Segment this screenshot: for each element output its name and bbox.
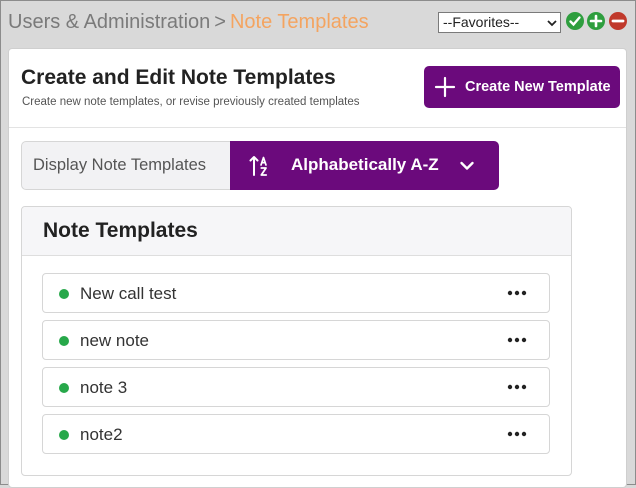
note-templates-card-title: Note Templates: [43, 219, 198, 242]
minus-icon: [611, 19, 625, 23]
status-dot: [59, 289, 69, 299]
template-name: New call test: [80, 284, 177, 303]
note-templates-card: Note Templates New call test new note no…: [21, 206, 572, 476]
status-dot: [59, 383, 69, 393]
plus-icon: [589, 14, 603, 28]
breadcrumb: Users & Administration > Note Templates: [8, 11, 369, 34]
add-favorite-confirm-button[interactable]: [566, 12, 584, 30]
more-options-icon[interactable]: [506, 427, 528, 441]
create-new-template-button[interactable]: Create New Template: [424, 66, 620, 108]
sort-alpha-icon: [249, 156, 268, 176]
add-favorite-button[interactable]: [587, 12, 605, 30]
check-icon: [569, 16, 581, 27]
breadcrumb-current: Note Templates: [229, 11, 369, 33]
top-bar: Users & Administration > Note Templates --…: [1, 1, 635, 43]
status-dot: [59, 430, 69, 440]
page-title: Create and Edit Note Templates: [21, 66, 336, 89]
template-name: note 3: [80, 378, 128, 397]
panel-header: Create and Edit Note Templates Create ne…: [9, 49, 626, 128]
sort-control: Display Note Templates Alphabetically A-…: [21, 141, 499, 190]
app-window: Users & Administration > Note Templates --…: [0, 0, 636, 488]
template-row[interactable]: note 3: [42, 367, 550, 407]
status-dot: [59, 336, 69, 346]
sort-order-value: Alphabetically A-Z: [291, 155, 439, 174]
favorites-selected-value: --Favorites--: [443, 14, 520, 30]
breadcrumb-separator: >: [214, 11, 226, 33]
more-options-icon[interactable]: [506, 380, 528, 394]
template-name: note2: [80, 425, 123, 444]
template-row[interactable]: New call test: [42, 273, 550, 313]
page-subtitle: Create new note templates, or revise pre…: [22, 96, 360, 108]
sort-label: Display Note Templates: [21, 141, 230, 190]
create-new-template-label: Create New Template: [465, 79, 611, 95]
note-templates-card-header: Note Templates: [22, 207, 571, 256]
main-panel: Create and Edit Note Templates Create ne…: [8, 48, 627, 488]
sort-order-dropdown[interactable]: Alphabetically A-Z: [230, 141, 499, 190]
breadcrumb-parent[interactable]: Users & Administration: [8, 11, 210, 33]
favorites-select[interactable]: --Favorites--: [438, 12, 561, 33]
template-name: new note: [80, 331, 149, 350]
more-options-icon[interactable]: [506, 286, 528, 300]
template-row[interactable]: new note: [42, 320, 550, 360]
chevron-down-icon: [460, 161, 474, 170]
more-options-icon[interactable]: [506, 333, 528, 347]
remove-favorite-button[interactable]: [609, 12, 627, 30]
chevron-down-icon: [547, 20, 557, 27]
template-row[interactable]: note2: [42, 414, 550, 454]
sort-label-text: Display Note Templates: [33, 156, 207, 174]
plus-icon: [434, 76, 456, 98]
